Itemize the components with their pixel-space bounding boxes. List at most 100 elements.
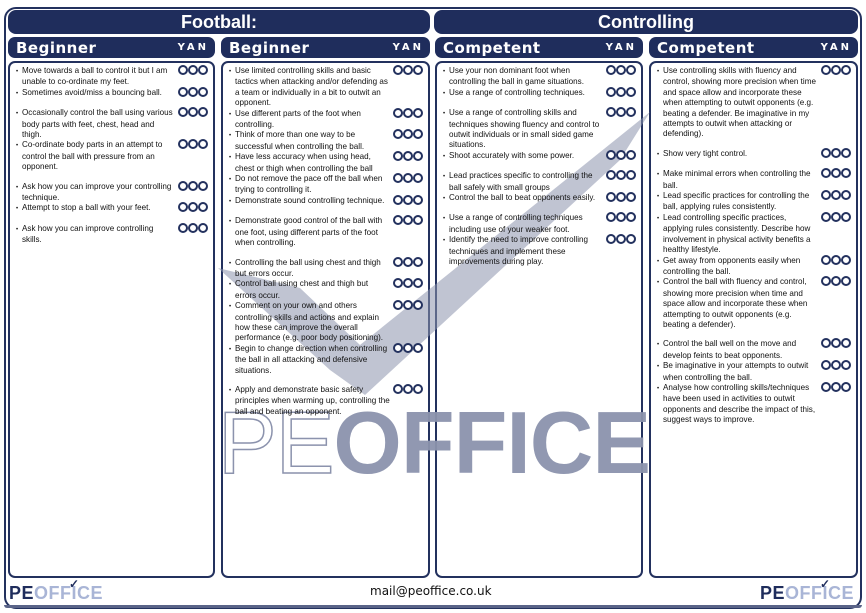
rating-circle-y[interactable] [606,234,616,245]
rating-circle-n[interactable] [413,256,423,267]
rating-circle-y[interactable] [393,65,403,75]
rating-circle-n[interactable] [841,381,851,392]
rating-circle-y[interactable] [178,139,188,150]
rating-circle-n[interactable] [626,192,636,203]
rating-circle-y[interactable] [821,190,831,201]
rating-circle-a[interactable] [403,129,413,140]
rating-circle-n[interactable] [413,194,423,205]
rating-circle-n[interactable] [626,107,636,118]
rating-circle-n[interactable] [626,149,636,160]
rating-circle-n[interactable] [413,65,423,75]
rating-circle-y[interactable] [178,222,188,233]
rating-circle-a[interactable] [403,173,413,184]
rating-circle-y[interactable] [178,202,188,213]
rating-circle-n[interactable] [198,202,208,213]
rating-circle-n[interactable] [413,173,423,184]
rating-circle-a[interactable] [616,192,626,203]
rating-circle-n[interactable] [626,170,636,181]
rating-circle-y[interactable] [178,107,188,118]
rating-circle-a[interactable] [403,278,413,289]
rating-circle-y[interactable] [606,86,616,97]
rating-circle-n[interactable] [413,151,423,162]
rating-circle-n[interactable] [841,168,851,179]
rating-circle-a[interactable] [831,190,841,201]
rating-circle-n[interactable] [841,211,851,222]
rating-circle-a[interactable] [188,180,198,191]
rating-circle-y[interactable] [393,278,403,289]
rating-circle-y[interactable] [821,65,831,75]
rating-circle-a[interactable] [831,254,841,265]
rating-circle-n[interactable] [413,129,423,140]
rating-circle-y[interactable] [393,151,403,162]
contact-email[interactable]: mail@peoffice.co.uk [370,584,492,598]
rating-circle-n[interactable] [413,300,423,311]
rating-circle-a[interactable] [831,276,841,287]
rating-circle-a[interactable] [616,107,626,118]
rating-circle-y[interactable] [821,147,831,158]
rating-circle-y[interactable] [821,168,831,179]
rating-circle-a[interactable] [831,381,841,392]
rating-circle-a[interactable] [616,212,626,223]
rating-circle-n[interactable] [626,86,636,97]
rating-circle-n[interactable] [626,212,636,223]
rating-circle-y[interactable] [393,300,403,311]
rating-circle-a[interactable] [831,211,841,222]
rating-circle-a[interactable] [188,65,198,75]
rating-circle-n[interactable] [413,107,423,118]
rating-circle-a[interactable] [188,86,198,97]
rating-circle-a[interactable] [403,383,413,394]
rating-circle-a[interactable] [831,147,841,158]
rating-circle-a[interactable] [831,168,841,179]
rating-circle-a[interactable] [188,107,198,118]
rating-circle-n[interactable] [198,86,208,97]
rating-circle-n[interactable] [198,65,208,75]
rating-circle-a[interactable] [403,194,413,205]
rating-circle-a[interactable] [188,202,198,213]
rating-circle-y[interactable] [821,211,831,222]
rating-circle-a[interactable] [403,215,413,226]
rating-circle-n[interactable] [626,65,636,75]
rating-circle-a[interactable] [616,170,626,181]
rating-circle-a[interactable] [188,222,198,233]
rating-circle-a[interactable] [616,149,626,160]
rating-circle-y[interactable] [393,256,403,267]
rating-circle-n[interactable] [841,276,851,287]
rating-circle-a[interactable] [403,107,413,118]
rating-circle-a[interactable] [831,360,841,371]
rating-circle-y[interactable] [178,65,188,75]
rating-circle-n[interactable] [626,234,636,245]
rating-circle-n[interactable] [413,278,423,289]
rating-circle-n[interactable] [841,254,851,265]
rating-circle-y[interactable] [821,360,831,371]
rating-circle-a[interactable] [403,65,413,75]
rating-circle-y[interactable] [821,338,831,349]
rating-circle-y[interactable] [606,212,616,223]
rating-circle-y[interactable] [606,192,616,203]
rating-circle-y[interactable] [178,86,188,97]
rating-circle-a[interactable] [616,65,626,75]
rating-circle-y[interactable] [393,215,403,226]
rating-circle-a[interactable] [616,86,626,97]
rating-circle-a[interactable] [188,139,198,150]
rating-circle-y[interactable] [606,149,616,160]
rating-circle-y[interactable] [821,276,831,287]
rating-circle-n[interactable] [413,342,423,353]
rating-circle-n[interactable] [198,107,208,118]
rating-circle-a[interactable] [831,338,841,349]
rating-circle-y[interactable] [606,107,616,118]
rating-circle-n[interactable] [841,65,851,75]
rating-circle-a[interactable] [403,300,413,311]
rating-circle-y[interactable] [606,65,616,75]
rating-circle-y[interactable] [393,107,403,118]
rating-circle-n[interactable] [841,147,851,158]
rating-circle-y[interactable] [821,381,831,392]
rating-circle-y[interactable] [393,173,403,184]
rating-circle-n[interactable] [841,338,851,349]
rating-circle-a[interactable] [403,151,413,162]
rating-circle-y[interactable] [393,194,403,205]
rating-circle-y[interactable] [393,342,403,353]
rating-circle-y[interactable] [821,254,831,265]
rating-circle-a[interactable] [403,342,413,353]
rating-circle-y[interactable] [393,383,403,394]
rating-circle-n[interactable] [841,190,851,201]
